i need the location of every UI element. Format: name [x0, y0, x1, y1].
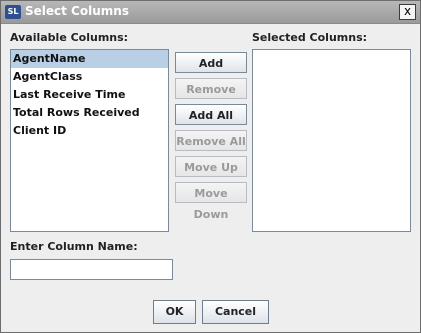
close-button[interactable]: x: [399, 4, 416, 20]
list-item[interactable]: Total Rows Received: [11, 104, 168, 122]
list-item[interactable]: Client ID: [11, 122, 168, 140]
add-all-button[interactable]: Add All: [175, 104, 247, 125]
add-button[interactable]: Add: [175, 52, 247, 73]
selected-columns-label: Selected Columns:: [252, 31, 368, 44]
remove-button[interactable]: Remove: [175, 78, 247, 99]
available-columns-list[interactable]: AgentName AgentClass Last Receive Time T…: [10, 49, 169, 232]
title-bar[interactable]: SL Select Columns x: [1, 1, 420, 24]
move-up-button[interactable]: Move Up: [175, 156, 247, 177]
available-columns-label: Available Columns:: [10, 31, 129, 44]
select-columns-dialog: SL Select Columns x Available Columns: A…: [0, 0, 421, 333]
app-logo-icon: SL: [5, 5, 21, 19]
list-item[interactable]: AgentName: [11, 50, 168, 68]
list-item[interactable]: Last Receive Time: [11, 86, 168, 104]
list-item[interactable]: AgentClass: [11, 68, 168, 86]
ok-button[interactable]: OK: [153, 300, 196, 324]
dialog-title: Select Columns: [25, 4, 129, 18]
cancel-button[interactable]: Cancel: [202, 300, 269, 324]
remove-all-button[interactable]: Remove All: [175, 130, 247, 151]
enter-column-name-label: Enter Column Name:: [10, 240, 138, 253]
move-down-button[interactable]: Move Down: [175, 182, 247, 221]
selected-columns-list[interactable]: [252, 49, 411, 232]
column-name-input[interactable]: [10, 259, 173, 280]
